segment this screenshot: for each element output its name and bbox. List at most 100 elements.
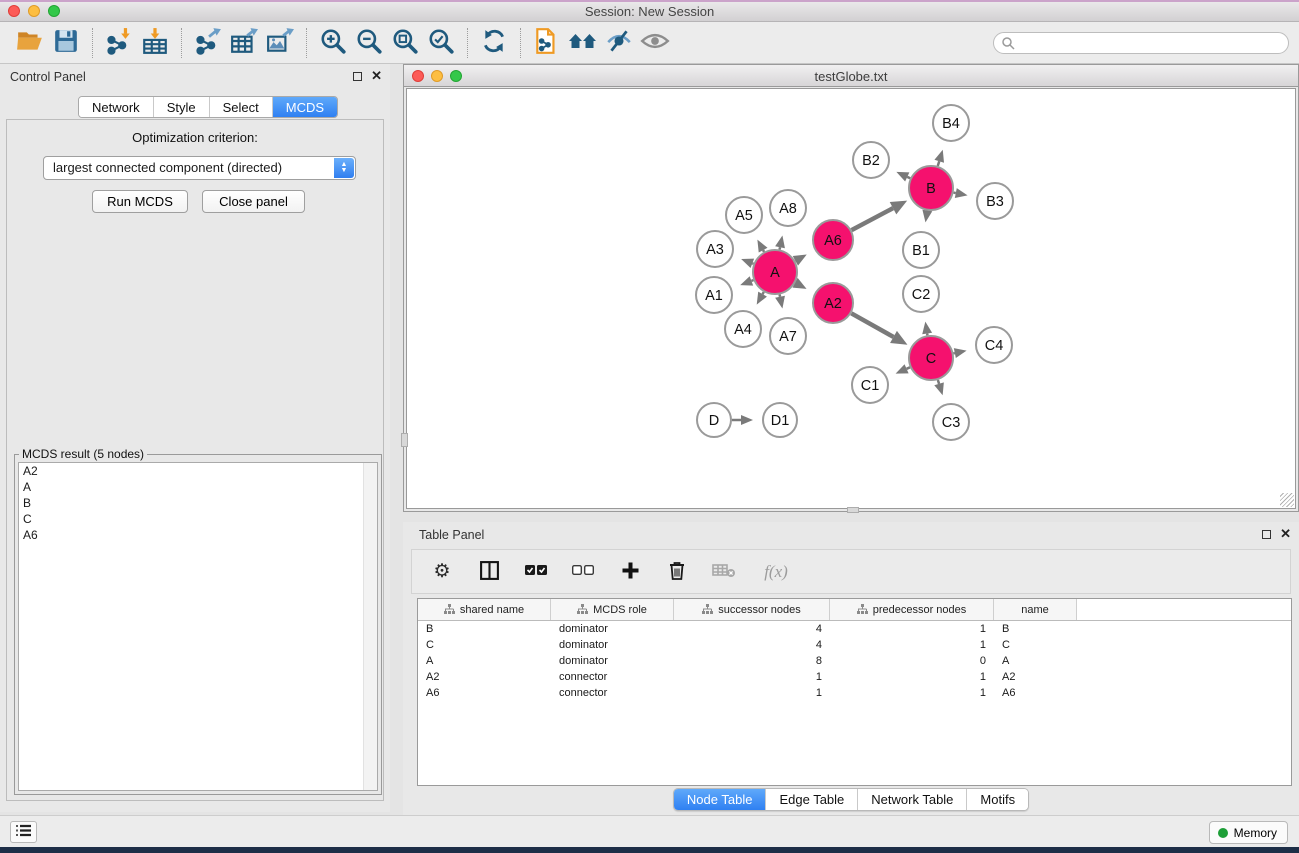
result-item[interactable]: A6 [19, 527, 377, 543]
table-row[interactable]: A2connector11A2 [418, 669, 1291, 685]
edge-A6-B[interactable] [852, 208, 893, 230]
table-cell[interactable]: C [994, 639, 1077, 651]
table-settings-button[interactable]: ⚙ [430, 560, 454, 584]
edge-A-A1[interactable] [751, 280, 753, 281]
close-panel-button[interactable]: Close panel [202, 190, 305, 213]
table-row[interactable]: Adominator80A [418, 653, 1291, 669]
edge-A-A4[interactable] [763, 292, 764, 294]
close-table-panel-icon[interactable]: ✕ [1280, 529, 1291, 539]
table-cell[interactable]: A [418, 655, 551, 667]
table-cell[interactable]: A2 [418, 671, 551, 683]
table-cell[interactable]: B [418, 623, 551, 635]
table-cell[interactable]: 4 [674, 623, 830, 635]
export-image-button[interactable] [262, 26, 298, 60]
delete-table-button[interactable] [712, 560, 736, 584]
table-cell[interactable]: 1 [674, 671, 830, 683]
result-scrollbar[interactable] [363, 463, 377, 790]
hide-graphics-details-button[interactable] [601, 26, 637, 60]
search-input[interactable] [993, 32, 1289, 54]
float-table-panel-icon[interactable] [1262, 530, 1271, 539]
network-from-document-button[interactable] [529, 26, 565, 60]
table-cell[interactable]: A6 [418, 687, 551, 699]
network-canvas[interactable]: B4B2BB3A5A8A6A3B1AC2A1A2A4A7C4CC1C3DD1 [406, 88, 1296, 509]
tab-select[interactable]: Select [210, 97, 273, 117]
horizontal-scrollbar-thumb[interactable] [847, 507, 859, 513]
table-cell[interactable]: A2 [994, 671, 1077, 683]
table-cell[interactable]: A6 [994, 687, 1077, 699]
table-row[interactable]: A6connector11A6 [418, 685, 1291, 701]
table-cell[interactable]: dominator [551, 623, 674, 635]
open-session-button[interactable] [12, 26, 48, 60]
table-cell[interactable]: dominator [551, 639, 674, 651]
node-table[interactable]: shared nameMCDS rolesuccessor nodesprede… [417, 598, 1292, 786]
column-visibility-button[interactable] [477, 560, 501, 584]
edge-B-B4[interactable] [938, 161, 939, 166]
float-panel-icon[interactable] [353, 72, 362, 81]
table-cell[interactable]: C [418, 639, 551, 651]
result-item[interactable]: A2 [19, 463, 377, 479]
import-network-button[interactable] [101, 26, 137, 60]
network-window-titlebar[interactable]: testGlobe.txt [404, 65, 1298, 87]
show-hide-button[interactable] [637, 26, 673, 60]
column-header-predecessor-nodes[interactable]: predecessor nodes [830, 599, 994, 620]
refresh-button[interactable] [476, 26, 512, 60]
tab-motifs[interactable]: Motifs [967, 789, 1028, 810]
table-cell[interactable]: A [994, 655, 1077, 667]
zoom-selected-button[interactable] [423, 26, 459, 60]
table-row[interactable]: Cdominator41C [418, 637, 1291, 653]
table-cell[interactable]: 1 [674, 687, 830, 699]
add-row-button[interactable] [618, 560, 642, 584]
table-cell[interactable]: 0 [830, 655, 994, 667]
table-cell[interactable]: connector [551, 687, 674, 699]
result-item[interactable]: C [19, 511, 377, 527]
result-item[interactable]: B [19, 495, 377, 511]
table-cell[interactable]: 1 [830, 639, 994, 651]
zoom-out-button[interactable] [351, 26, 387, 60]
table-cell[interactable]: 1 [830, 671, 994, 683]
home-button[interactable] [565, 26, 601, 60]
table-cell[interactable]: B [994, 623, 1077, 635]
zoom-in-icon [319, 27, 347, 58]
table-cell[interactable]: 8 [674, 655, 830, 667]
run-mcds-button[interactable]: Run MCDS [92, 190, 188, 213]
tab-style[interactable]: Style [154, 97, 210, 117]
edge-B-B2[interactable] [907, 177, 910, 178]
tab-mcds[interactable]: MCDS [273, 97, 337, 117]
edge-C-C3[interactable] [938, 380, 939, 384]
zoom-fit-button[interactable] [387, 26, 423, 60]
column-header-shared-name[interactable]: shared name [418, 599, 551, 620]
table-cell[interactable]: 4 [674, 639, 830, 651]
function-builder-button[interactable]: f(x) [759, 560, 793, 584]
edge-A2-C[interactable] [851, 313, 893, 337]
resize-grip[interactable] [1280, 493, 1294, 507]
tab-edge-table[interactable]: Edge Table [766, 789, 858, 810]
memory-button[interactable]: Memory [1209, 821, 1288, 844]
deselect-all-rows-button[interactable] [571, 560, 595, 584]
delete-row-button[interactable] [665, 560, 689, 584]
close-panel-icon[interactable]: ✕ [371, 71, 382, 81]
import-table-button[interactable] [137, 26, 173, 60]
vertical-scrollbar-thumb[interactable] [401, 433, 408, 447]
export-network-button[interactable] [190, 26, 226, 60]
column-header-name[interactable]: name [994, 599, 1077, 620]
table-cell[interactable]: 1 [830, 687, 994, 699]
export-table-button[interactable] [226, 26, 262, 60]
table-cell[interactable]: dominator [551, 655, 674, 667]
tab-network[interactable]: Network [79, 97, 154, 117]
result-item[interactable]: A [19, 479, 377, 495]
table-cell[interactable]: 1 [830, 623, 994, 635]
tab-network-table[interactable]: Network Table [858, 789, 967, 810]
table-cell[interactable]: connector [551, 671, 674, 683]
tab-node-table[interactable]: Node Table [674, 789, 767, 810]
save-session-button[interactable] [48, 26, 84, 60]
show-panels-button[interactable] [10, 821, 37, 843]
column-header-successor-nodes[interactable]: successor nodes [674, 599, 830, 620]
criterion-select[interactable]: largest connected component (directed) ▲… [43, 156, 356, 180]
table-row[interactable]: Bdominator41B [418, 621, 1291, 637]
select-all-rows-button[interactable] [524, 560, 548, 584]
mcds-result-list[interactable]: A2ABCA6 [18, 462, 378, 791]
column-header-mcds-role[interactable]: MCDS role [551, 599, 674, 620]
edge-A-A5[interactable] [763, 250, 764, 252]
zoom-in-button[interactable] [315, 26, 351, 60]
edge-C-C1[interactable] [907, 367, 910, 369]
